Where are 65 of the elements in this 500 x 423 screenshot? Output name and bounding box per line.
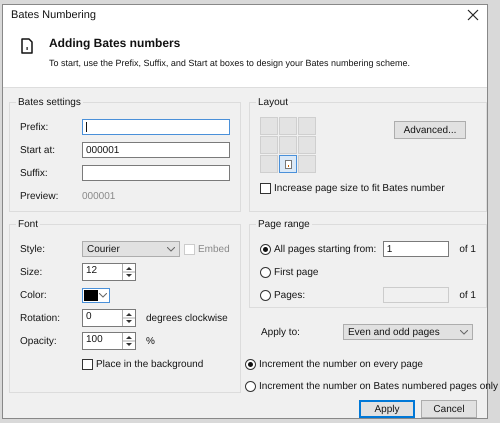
unit-label: degrees clockwise bbox=[146, 312, 228, 324]
rotation-spinner[interactable]: 0 bbox=[82, 309, 136, 327]
checkbox[interactable] bbox=[260, 183, 271, 194]
text-field[interactable] bbox=[82, 119, 230, 135]
chevron-down-icon bbox=[460, 330, 468, 334]
increment-option[interactable]: Increment the number on Bates numbered pages only bbox=[245, 380, 498, 392]
apply-to-dropdown[interactable]: Even and odd pages bbox=[343, 324, 473, 340]
group-title: Layout bbox=[256, 97, 290, 108]
field-label: Start at: bbox=[20, 144, 56, 156]
text-field[interactable]: 000001 bbox=[82, 142, 230, 158]
group-title: Bates settings bbox=[16, 97, 83, 108]
group-title: Page range bbox=[256, 219, 312, 230]
page-field[interactable]: 1 bbox=[382, 241, 450, 257]
close-icon[interactable] bbox=[467, 9, 479, 22]
field-label: Opacity: bbox=[20, 336, 58, 346]
preview-value: 000001 bbox=[82, 190, 116, 202]
page-range-option[interactable]: Pages: bbox=[260, 290, 383, 300]
radio-button[interactable] bbox=[260, 266, 271, 278]
window-title: Bates Numbering bbox=[11, 9, 96, 22]
secondary-button[interactable]: Cancel bbox=[421, 400, 477, 418]
header-title: Adding Bates numbers bbox=[49, 36, 182, 50]
radio-button[interactable] bbox=[245, 358, 256, 370]
increment-option[interactable]: Increment the number on every page bbox=[245, 358, 423, 370]
page-icon bbox=[284, 160, 292, 168]
color-picker[interactable] bbox=[82, 288, 110, 302]
position-cell[interactable] bbox=[279, 117, 297, 135]
page-count-label: of 1 bbox=[459, 244, 476, 254]
page-field[interactable] bbox=[382, 287, 450, 303]
size-spinner[interactable]: 12 bbox=[82, 263, 136, 281]
field-label: Prefix: bbox=[20, 122, 50, 132]
chevron-down-icon bbox=[167, 246, 175, 252]
text-field[interactable] bbox=[82, 165, 230, 181]
position-cell[interactable] bbox=[298, 155, 316, 173]
advanced-button[interactable]: Advanced... bbox=[394, 121, 466, 139]
field-label: Suffix: bbox=[20, 168, 49, 178]
position-cell[interactable] bbox=[260, 117, 278, 135]
position-cell[interactable] bbox=[260, 136, 278, 154]
page-range-option[interactable]: All pages starting from: bbox=[260, 244, 383, 254]
unit-label: % bbox=[146, 336, 155, 346]
increase-page-size-checkbox[interactable]: Increase page size to fit Bates number bbox=[260, 183, 476, 194]
field-label: Color: bbox=[20, 290, 48, 300]
page-count-label: of 1 bbox=[459, 290, 476, 300]
field-label: Apply to: bbox=[261, 326, 301, 338]
document-icon bbox=[21, 38, 33, 54]
radio-button[interactable] bbox=[260, 290, 271, 300]
position-cell[interactable] bbox=[260, 155, 278, 173]
field-label: Rotation: bbox=[20, 312, 62, 324]
style-dropdown[interactable]: Courier bbox=[82, 241, 180, 257]
checkbox[interactable] bbox=[82, 358, 93, 370]
position-cell[interactable] bbox=[279, 136, 297, 154]
position-cell[interactable] bbox=[279, 155, 297, 173]
field-label: Style: bbox=[20, 244, 46, 254]
header-description: To start, use the Prefix, Suffix, and Start at boxes to design your Bates numbering scheme. bbox=[49, 58, 410, 68]
radio-button[interactable] bbox=[260, 244, 271, 254]
chevron-down-icon bbox=[99, 292, 107, 298]
field-label: Size: bbox=[20, 266, 44, 278]
radio-button[interactable] bbox=[245, 380, 256, 392]
position-cell[interactable] bbox=[298, 136, 316, 154]
primary-button[interactable]: Apply bbox=[359, 400, 415, 418]
position-cell[interactable] bbox=[298, 117, 316, 135]
page-range-option[interactable]: First page bbox=[260, 266, 390, 278]
group-title: Font bbox=[16, 219, 40, 230]
field-label: Preview: bbox=[20, 190, 60, 202]
opacity-spinner[interactable]: 100 bbox=[82, 332, 136, 350]
background-checkbox[interactable]: Place in the background bbox=[82, 358, 204, 370]
